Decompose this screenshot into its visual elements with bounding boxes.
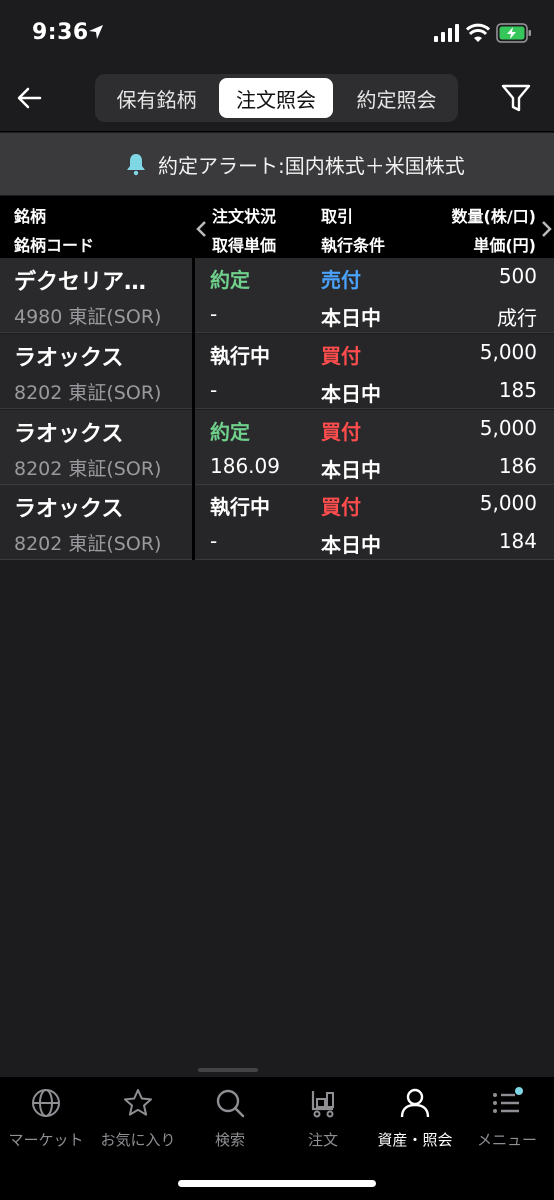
nav-label: メニュー (476, 1131, 537, 1149)
table-row[interactable]: ラオックス 8202 東証(SOR) 執行中 - 買付 本日中 5,000 18… (0, 485, 554, 560)
acquisition-price: - (210, 378, 218, 402)
nav-order[interactable]: 注文 (277, 1077, 369, 1157)
stock-code: 8202 東証(SOR) (14, 458, 162, 480)
trade-type: 買付 (321, 344, 361, 368)
alert-text: 約定アラート:国内株式＋米国株式 (158, 154, 465, 178)
stock-name: デクセリア… (14, 270, 147, 295)
header-trade: 取引 (321, 207, 354, 226)
stock-name: ラオックス (14, 422, 124, 447)
acquisition-price: - (210, 302, 218, 326)
trade-type: 売付 (321, 268, 361, 292)
header-name: 銘柄 (14, 207, 47, 226)
status-bar: 9:36 (0, 0, 554, 66)
execution-condition: 本日中 (321, 382, 381, 406)
stock-name: ラオックス (14, 497, 124, 522)
execution-condition: 本日中 (321, 458, 381, 482)
order-status: 約定 (210, 268, 250, 292)
globe-icon (32, 1089, 60, 1117)
trade-type: 買付 (321, 420, 361, 444)
quantity: 500 (498, 264, 537, 288)
stock-name: ラオックス (14, 346, 124, 371)
nav-label: 資産・照会 (377, 1131, 453, 1149)
tab-holdings[interactable]: 保有銘柄 (99, 78, 214, 118)
header-unit-price: 単価(円) (473, 236, 536, 255)
wifi-icon (466, 23, 490, 42)
cart-icon (311, 1091, 334, 1118)
nav-label: マーケット (8, 1131, 84, 1149)
frozen-column-divider (192, 258, 195, 560)
location-arrow-icon (89, 25, 103, 39)
cellular-signal-icon (434, 24, 459, 42)
top-navigation-bar: 保有銘柄 注文照会 約定照会 (0, 66, 554, 132)
unit-price: 成行 (497, 306, 537, 330)
header-condition: 執行条件 (321, 236, 386, 255)
status-time: 9:36 (32, 20, 89, 45)
acquisition-price: - (210, 529, 218, 553)
menu-icon (493, 1087, 523, 1113)
bell-icon (127, 154, 145, 176)
segmented-control: 保有銘柄 注文照会 約定照会 (95, 74, 458, 122)
tab-order-inquiry[interactable]: 注文照会 (219, 78, 333, 118)
unit-price: 184 (498, 529, 537, 553)
quantity: 5,000 (479, 416, 537, 440)
table-header: 銘柄 銘柄コード 注文状況 取得単価 取引 執行条件 数量(株/口) 単価(円) (0, 196, 554, 258)
nav-label: 注文 (307, 1131, 338, 1149)
quantity: 5,000 (479, 340, 537, 364)
stock-code: 8202 東証(SOR) (14, 533, 162, 555)
table-row[interactable]: ラオックス 8202 東証(SOR) 約定 186.09 買付 本日中 5,00… (0, 410, 554, 485)
home-indicator[interactable] (178, 1180, 376, 1187)
nav-search[interactable]: 検索 (184, 1077, 276, 1157)
acquisition-price: 186.09 (210, 454, 280, 478)
stock-code: 8202 東証(SOR) (14, 382, 162, 404)
nav-favorites[interactable]: お気に入り (92, 1077, 184, 1157)
order-status: 約定 (210, 420, 250, 444)
table-row[interactable]: デクセリア… 4980 東証(SOR) 約定 - 売付 本日中 500 成行 (0, 258, 554, 333)
unit-price: 185 (498, 378, 537, 402)
header-code: 銘柄コード (14, 236, 95, 255)
quantity: 5,000 (479, 491, 537, 515)
header-acquisition-price: 取得単価 (212, 236, 277, 255)
star-icon (124, 1089, 152, 1116)
back-arrow-icon[interactable] (14, 82, 46, 114)
table-row[interactable]: ラオックス 8202 東証(SOR) 執行中 - 買付 本日中 5,000 18… (0, 334, 554, 409)
battery-charging-icon (496, 23, 531, 43)
unit-price: 186 (498, 454, 537, 478)
order-status: 執行中 (210, 344, 270, 368)
tab-execution-inquiry[interactable]: 約定照会 (339, 78, 454, 118)
stock-code: 4980 東証(SOR) (14, 306, 162, 328)
filter-icon[interactable] (500, 82, 532, 114)
person-icon (400, 1088, 430, 1118)
execution-condition: 本日中 (321, 533, 381, 557)
chevron-left-icon[interactable] (195, 220, 209, 238)
nav-label: お気に入り (100, 1131, 176, 1149)
trade-type: 買付 (321, 495, 361, 519)
execution-alert-bar[interactable]: 約定アラート:国内株式＋米国株式 (0, 133, 554, 195)
nav-menu[interactable]: メニュー (461, 1077, 553, 1157)
execution-condition: 本日中 (321, 306, 381, 330)
search-icon (216, 1089, 245, 1118)
header-order-status: 注文状況 (212, 207, 277, 226)
chevron-right-icon[interactable] (539, 220, 553, 238)
nav-assets[interactable]: 資産・照会 (369, 1077, 461, 1157)
order-status: 執行中 (210, 495, 270, 519)
drag-handle[interactable] (198, 1068, 258, 1072)
nav-market[interactable]: マーケット (0, 1077, 92, 1157)
header-quantity: 数量(株/口) (451, 207, 536, 226)
nav-label: 検索 (214, 1131, 245, 1149)
